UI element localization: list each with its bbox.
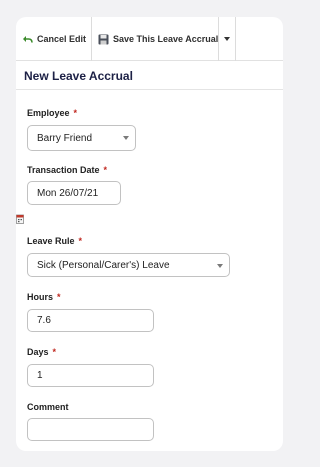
employee-select[interactable]: Barry Friend	[27, 125, 136, 151]
comment-label-text: Comment	[27, 402, 69, 412]
transaction-date-label-text: Transaction Date	[27, 165, 100, 175]
employee-label: Employee *	[27, 108, 77, 118]
leave-rule-select[interactable]: Sick (Personal/Carer's) Leave	[27, 253, 230, 277]
required-marker: *	[52, 347, 57, 357]
save-options-dropdown[interactable]	[219, 17, 236, 61]
transaction-date-label: Transaction Date *	[27, 165, 107, 175]
hours-label: Hours *	[27, 292, 61, 302]
leave-rule-label-text: Leave Rule	[27, 236, 75, 246]
floppy-disk-icon	[98, 34, 109, 45]
chevron-down-icon	[217, 264, 223, 268]
title-divider	[16, 89, 283, 90]
hours-input[interactable]: 7.6	[27, 309, 154, 332]
required-marker: *	[73, 108, 78, 118]
leave-rule-value: Sick (Personal/Carer's) Leave	[37, 259, 170, 271]
days-input[interactable]: 1	[27, 364, 154, 387]
employee-value: Barry Friend	[37, 132, 93, 144]
required-marker: *	[57, 292, 61, 302]
required-marker: *	[103, 165, 108, 175]
chevron-down-icon	[123, 136, 129, 140]
save-leave-accrual-label: Save This Leave Accrual	[113, 34, 219, 44]
transaction-date-field[interactable]: Mon 26/07/21	[27, 181, 121, 205]
employee-label-text: Employee	[27, 108, 70, 118]
transaction-date-value: Mon 26/07/21	[37, 187, 99, 199]
save-leave-accrual-button[interactable]: Save This Leave Accrual	[92, 17, 219, 61]
leave-rule-label: Leave Rule *	[27, 236, 82, 246]
comment-label: Comment	[27, 402, 69, 412]
days-value: 1	[37, 370, 43, 381]
hours-value: 7.6	[37, 315, 51, 326]
required-marker: *	[78, 236, 83, 246]
days-label: Days *	[27, 347, 56, 357]
calendar-icon[interactable]	[16, 211, 24, 224]
hours-label-text: Hours	[27, 292, 54, 302]
comment-input[interactable]	[27, 418, 154, 441]
toolbar: Cancel Edit Save This Leave Accrual	[16, 17, 283, 61]
page-title: New Leave Accrual	[24, 69, 133, 83]
chevron-down-icon	[224, 37, 230, 41]
days-label-text: Days	[27, 347, 49, 357]
undo-arrow-icon	[22, 35, 33, 44]
leave-accrual-card: Cancel Edit Save This Leave Accrual New …	[16, 17, 283, 451]
cancel-edit-button[interactable]: Cancel Edit	[16, 17, 92, 61]
cancel-edit-label: Cancel Edit	[37, 34, 87, 44]
